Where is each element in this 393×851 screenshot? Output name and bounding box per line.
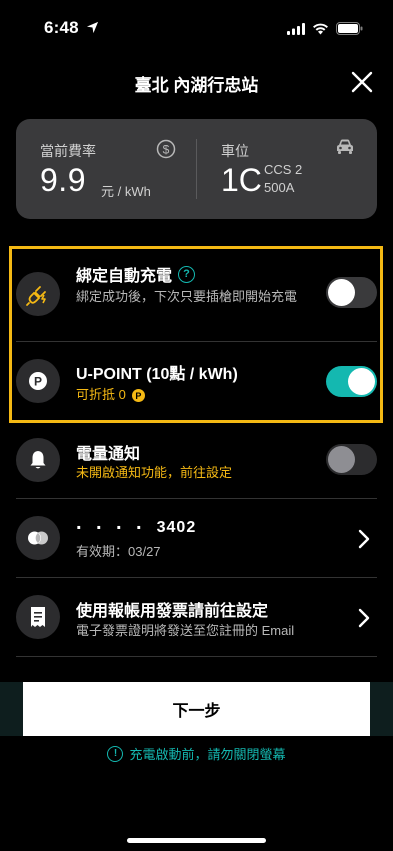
slot-connector-info: CCS 2 500A bbox=[264, 161, 302, 197]
notify-row[interactable]: 電量通知 未開啟通知功能，前往設定 bbox=[0, 424, 393, 498]
notify-toggle[interactable] bbox=[326, 444, 377, 475]
invoice-title: 使用報帳用發票請前往設定 bbox=[76, 603, 269, 620]
slot-value: 1C bbox=[221, 162, 262, 198]
dollar-icon: $ bbox=[156, 139, 176, 164]
credit-card-icon bbox=[16, 516, 60, 560]
warning-icon: ! bbox=[107, 745, 124, 762]
receipt-icon bbox=[16, 595, 60, 639]
bell-icon bbox=[16, 438, 60, 482]
toggle-knob bbox=[348, 368, 375, 395]
card-last4: 3402 bbox=[156, 519, 197, 536]
status-icons bbox=[287, 22, 363, 35]
rate-unit: 元 / kWh bbox=[101, 184, 151, 199]
toggle-knob bbox=[328, 446, 355, 473]
divider bbox=[16, 656, 377, 657]
upoint-toggle[interactable] bbox=[326, 366, 377, 397]
battery-icon bbox=[336, 22, 363, 35]
card-number: ‧ ‧ ‧ ‧ 3402 bbox=[76, 518, 196, 538]
auto-charge-subtitle: 綁定成功後，下次只要插槍即開始充電 bbox=[76, 289, 298, 304]
notify-title: 電量通知 bbox=[76, 446, 141, 463]
payment-card-row[interactable]: ‧ ‧ ‧ ‧ 3402 有效期：03/27 bbox=[0, 499, 393, 577]
invoice-subtitle: 電子發票證明將發送至您註冊的 Email bbox=[76, 623, 295, 638]
auto-charge-title-text: 綁定自動充電 bbox=[76, 268, 173, 285]
status-time: 6:48 bbox=[44, 18, 99, 38]
chevron-right-icon bbox=[358, 529, 370, 549]
connector-current: 500A bbox=[264, 180, 295, 195]
svg-text:$: $ bbox=[163, 143, 170, 157]
close-icon bbox=[351, 71, 373, 93]
point-coin-icon: P bbox=[131, 389, 145, 403]
charger-info-card: 當前費率 $ 9.9 元 / kWh 車位 1C CCS 2 500A bbox=[16, 119, 377, 219]
toggle-knob bbox=[328, 279, 355, 306]
page-title: 臺北 內湖行忠站 bbox=[134, 76, 259, 95]
status-bar: 6:48 bbox=[0, 0, 393, 54]
svg-text:P: P bbox=[34, 375, 42, 389]
card-divider bbox=[196, 139, 197, 199]
next-button[interactable]: 下一步 bbox=[23, 682, 370, 736]
chevron-right-icon bbox=[358, 608, 370, 628]
upoint-subtitle: 可折抵 0 P bbox=[76, 385, 145, 405]
cellular-signal-icon bbox=[287, 22, 305, 35]
invoice-row[interactable]: 使用報帳用發票請前往設定 電子發票證明將發送至您註冊的 Email bbox=[0, 578, 393, 656]
bottom-action-bar: 下一步 bbox=[0, 682, 393, 736]
wifi-icon bbox=[313, 23, 328, 34]
help-icon[interactable]: ? bbox=[178, 265, 196, 283]
connector-type: CCS 2 bbox=[264, 162, 303, 177]
auto-charge-toggle[interactable] bbox=[326, 277, 377, 308]
clock-text: 6:48 bbox=[44, 18, 79, 37]
notify-subtitle[interactable]: 未開啟通知功能，前往設定 bbox=[76, 463, 232, 483]
upoint-balance: 可折抵 0 bbox=[76, 387, 126, 402]
upoint-row: P U-POINT (10點 / kWh) 可折抵 0 P bbox=[0, 342, 393, 422]
auto-charge-row: 綁定自動充電 ? 綁定成功後，下次只要插槍即開始充電 bbox=[0, 246, 393, 341]
plug-icon bbox=[16, 272, 60, 316]
upoint-title: U-POINT (10點 / kWh) bbox=[76, 366, 238, 383]
screen-warning: ! 充電啟動前，請勿關閉螢幕 bbox=[0, 744, 393, 763]
close-button[interactable] bbox=[349, 69, 375, 95]
warning-text: 充電啟動前，請勿關閉螢幕 bbox=[129, 747, 286, 762]
header: 臺北 內湖行忠站 bbox=[0, 62, 393, 102]
location-arrow-icon bbox=[86, 21, 98, 34]
card-mask: ‧ ‧ ‧ ‧ bbox=[76, 520, 147, 537]
rate-value: 9.9 bbox=[40, 162, 86, 198]
home-indicator[interactable] bbox=[127, 838, 266, 843]
car-icon bbox=[335, 138, 355, 161]
slot-label: 車位 bbox=[221, 143, 249, 159]
auto-charge-title: 綁定自動充電 ? bbox=[76, 262, 196, 286]
upoint-icon: P bbox=[16, 359, 60, 403]
rate-label: 當前費率 bbox=[40, 143, 96, 159]
card-expiry: 有效期：03/27 bbox=[76, 544, 161, 559]
